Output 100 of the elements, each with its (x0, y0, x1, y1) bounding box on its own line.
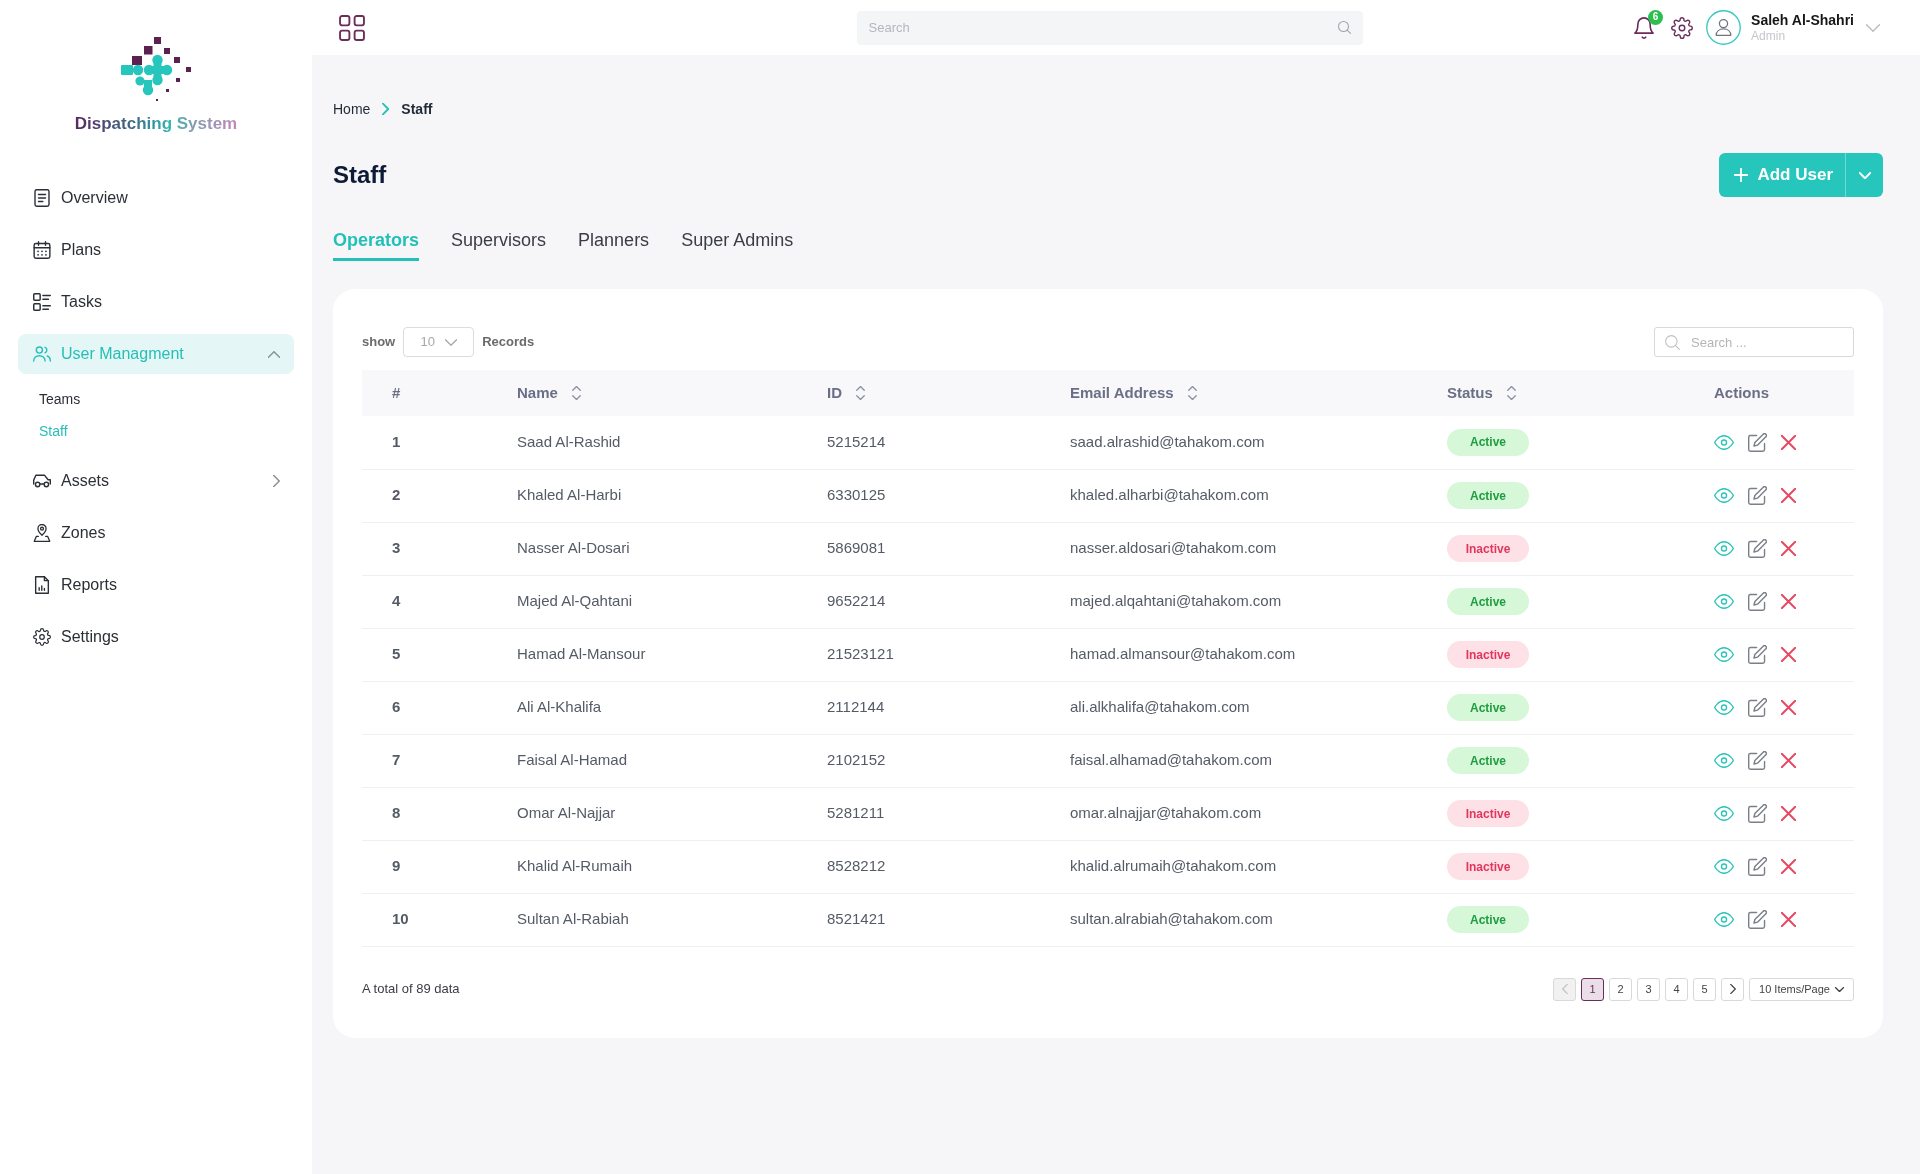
pencil-icon[interactable] (1748, 804, 1767, 823)
eye-icon[interactable] (1714, 806, 1734, 821)
cross-icon[interactable] (1781, 434, 1796, 450)
tab[interactable]: Super Admins (681, 229, 794, 261)
pencil-icon[interactable] (1748, 751, 1767, 770)
table-cell: khalid.alrumaih@tahakom.com (1070, 857, 1277, 875)
table-cell: 5 (392, 645, 401, 663)
cross-icon[interactable] (1781, 912, 1796, 927)
table-cell: 6330125 (827, 486, 886, 504)
notification-count: 6 (1648, 9, 1664, 25)
status-badge: Inactive (1447, 641, 1529, 668)
table-cell: 2102152 (827, 751, 886, 769)
bell-icon[interactable] (1634, 16, 1655, 39)
cross-icon[interactable] (1781, 700, 1796, 715)
users-icon (33, 345, 51, 363)
breadcrumb-current: Staff (401, 100, 433, 119)
list-icon (33, 293, 51, 311)
cross-icon[interactable] (1781, 541, 1796, 556)
table-cell: Omar Al-Najjar (517, 804, 616, 822)
page-size-label: Records (482, 333, 535, 352)
cross-icon[interactable] (1781, 806, 1796, 821)
table-cell: 5281211 (827, 804, 885, 822)
table-search-field[interactable]: Search ... (1654, 327, 1854, 357)
nav-item[interactable]: Reports (18, 565, 294, 605)
column-header[interactable]: Status (1447, 381, 1516, 405)
eye-icon[interactable] (1714, 912, 1734, 927)
pencil-icon[interactable] (1748, 486, 1767, 505)
eye-icon[interactable] (1714, 700, 1734, 715)
column-header[interactable]: ID (827, 381, 865, 405)
table-cell: khaled.alharbi@tahakom.com (1070, 486, 1269, 504)
table-cell: hamad.almansour@tahakom.com (1070, 645, 1296, 663)
table-cell: 6 (392, 698, 401, 716)
next-page-button[interactable] (1721, 977, 1744, 1001)
eye-icon[interactable] (1714, 753, 1734, 768)
nav-item[interactable]: Zones (18, 513, 294, 553)
eye-icon[interactable] (1714, 488, 1734, 503)
status-badge: Active (1447, 906, 1529, 933)
cross-icon[interactable] (1781, 859, 1796, 874)
cross-icon[interactable] (1781, 488, 1796, 503)
pencil-icon[interactable] (1748, 698, 1767, 717)
sort-icon (1187, 385, 1197, 401)
table-cell: saad.alrashid@tahakom.com (1070, 433, 1265, 450)
report-icon (33, 576, 51, 594)
user-role: Admin (1751, 28, 1787, 44)
tab[interactable]: Supervisors (451, 229, 547, 261)
pencil-icon[interactable] (1748, 432, 1767, 452)
table-cell: majed.alqahtani@tahakom.com (1070, 592, 1282, 610)
search-field[interactable]: Search (856, 10, 1363, 45)
pencil-icon[interactable] (1748, 857, 1767, 876)
pencil-icon[interactable] (1748, 910, 1767, 929)
page-button[interactable]: 2 (1609, 977, 1632, 1001)
chevron-left-icon (1561, 984, 1568, 994)
dropdown-toggle-button[interactable] (1845, 153, 1883, 197)
eye-icon[interactable] (1714, 434, 1734, 450)
pencil-icon[interactable] (1748, 539, 1767, 558)
table-cell: Ali Al-Khalifa (517, 698, 602, 716)
nav-item[interactable]: Assets (18, 461, 294, 501)
table-cell: 8 (392, 804, 401, 822)
page-button[interactable]: 3 (1637, 977, 1660, 1001)
table-cell: omar.alnajjar@tahakom.com (1070, 804, 1262, 822)
status-badge: Inactive (1447, 853, 1529, 880)
page-title: Staff (333, 160, 387, 190)
sort-icon (856, 385, 865, 401)
status-badge: Active (1447, 694, 1529, 721)
nav-item[interactable]: Overview (18, 178, 294, 218)
cross-icon[interactable] (1781, 594, 1796, 609)
chevron-down-icon (444, 338, 457, 346)
column-header[interactable]: Email Address (1070, 381, 1197, 405)
page-button[interactable]: 1 (1581, 977, 1604, 1001)
nav-item[interactable]: Plans (18, 230, 294, 270)
nav-item[interactable]: Settings (18, 617, 294, 657)
pencil-icon[interactable] (1748, 592, 1767, 611)
eye-icon[interactable] (1714, 594, 1734, 609)
table-cell: ali.alkhalifa@tahakom.com (1070, 698, 1250, 716)
settings-icon[interactable] (1671, 16, 1694, 39)
column-header: # (392, 383, 401, 401)
settings-icon (33, 628, 51, 646)
nav-subitem[interactable]: Teams (39, 386, 81, 412)
status-badge: Inactive (1447, 535, 1529, 562)
status-badge: Active (1447, 428, 1529, 456)
status-badge: Inactive (1447, 800, 1529, 827)
breadcrumb-link[interactable]: Home (333, 99, 371, 119)
eye-icon[interactable] (1714, 859, 1734, 874)
table-cell: sultan.alrabiah@tahakom.com (1070, 910, 1273, 928)
table-cell: 2 (392, 486, 401, 504)
nav-item[interactable]: Tasks (18, 282, 294, 322)
page-button[interactable]: 4 (1665, 977, 1688, 1001)
user-name: Saleh Al-Shahri (1751, 11, 1854, 29)
column-header[interactable]: Name (517, 381, 581, 405)
cross-icon[interactable] (1781, 753, 1796, 768)
apps-grid-icon[interactable] (339, 14, 365, 41)
items-per-page-select[interactable]: 10 Items/Page (1749, 977, 1854, 1001)
pencil-icon[interactable] (1748, 645, 1767, 664)
tab[interactable]: Planners (578, 229, 650, 261)
page-button[interactable]: 5 (1693, 977, 1716, 1001)
eye-icon[interactable] (1714, 541, 1734, 556)
eye-icon[interactable] (1714, 647, 1734, 662)
table-cell: 8521421 (827, 910, 886, 928)
avatar-icon[interactable] (1706, 10, 1742, 45)
cross-icon[interactable] (1781, 647, 1796, 662)
